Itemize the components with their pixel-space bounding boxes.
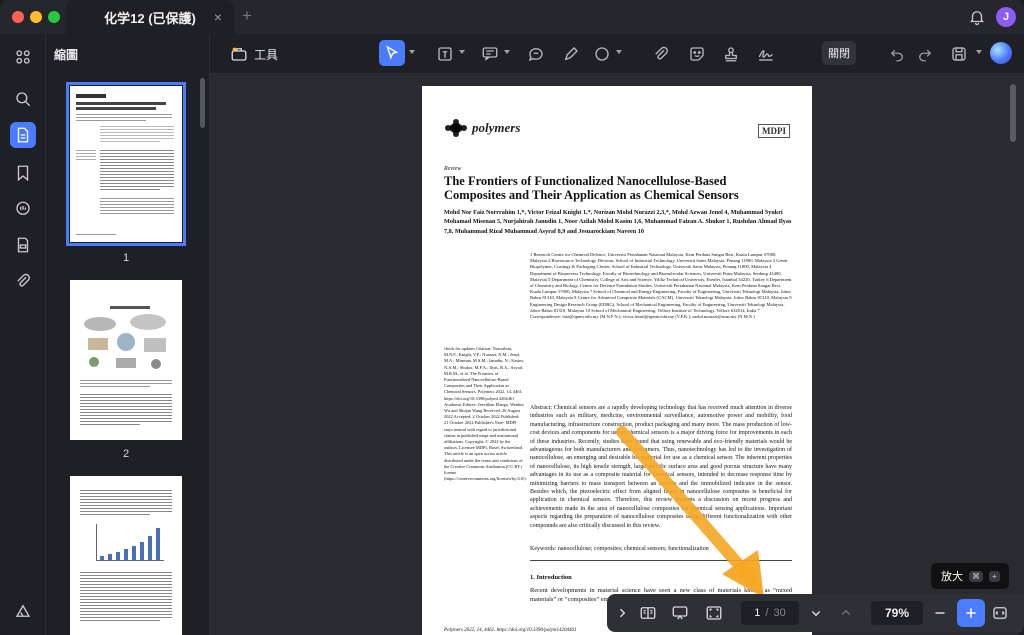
tab-close-icon[interactable]: ×	[214, 9, 222, 25]
select-dropdown-icon[interactable]	[409, 50, 415, 54]
article-title: The Frontiers of Functionalized Nanocell…	[444, 174, 739, 202]
shortcut-command-key: ⌘	[969, 570, 983, 582]
zoom-level[interactable]: 79%	[871, 601, 923, 625]
polymers-logo-icon	[445, 119, 467, 137]
page-number-input[interactable]: 1 / 30	[741, 601, 799, 625]
page-3-preview	[80, 490, 172, 621]
previous-page-icon[interactable]	[835, 602, 857, 624]
tools-label: 工具	[254, 47, 279, 62]
publisher-logo: MDPI	[758, 124, 790, 138]
chat-icon[interactable]	[525, 43, 547, 65]
app-window: 化学12 (已保護) × + J 縮圖 1 2 工具 關閉 polymers M…	[0, 0, 1024, 635]
collapse-nav-icon[interactable]	[611, 602, 633, 624]
page-separator: /	[765, 607, 769, 619]
zoom-in-button[interactable]	[957, 599, 985, 627]
pages-icon[interactable]	[10, 122, 36, 148]
comment-icon[interactable]	[10, 196, 36, 222]
bookmark-icon[interactable]	[10, 160, 36, 186]
thumbnail-page-1[interactable]	[66, 82, 186, 246]
attachment-icon[interactable]	[10, 268, 36, 294]
toolbox-icon	[231, 47, 247, 61]
presentation-icon[interactable]	[669, 602, 691, 624]
shortcut-plus-key: +	[989, 570, 1000, 582]
layers-icon[interactable]	[10, 598, 36, 624]
two-page-view-icon[interactable]	[637, 602, 659, 624]
document-tab[interactable]: 化学12 (已保護) ×	[66, 0, 234, 34]
shape-icon[interactable]	[591, 43, 613, 65]
signature-icon[interactable]	[755, 43, 777, 65]
document-tab-title: 化学12 (已保護)	[104, 10, 196, 26]
attachment-tool-icon[interactable]	[650, 43, 672, 65]
close-tools-button[interactable]: 關閉	[822, 41, 856, 65]
document-scrollbar[interactable]	[1010, 84, 1016, 142]
next-page-icon[interactable]	[805, 602, 827, 624]
thumbnail-panel: 縮圖 1 2	[46, 34, 210, 635]
thumbnail-page-3[interactable]	[70, 476, 182, 635]
author-affiliations: 1 Research Centre for Chemical Defence, …	[530, 252, 792, 320]
tools-button[interactable]: 工具	[224, 42, 284, 66]
thumbnail-panel-title: 縮圖	[54, 48, 79, 62]
article-keywords: Keywords: nanocellulose; composites; che…	[530, 546, 709, 552]
section-divider	[530, 560, 792, 561]
page-navigation-bar: 1 / 30 79%	[607, 594, 1024, 632]
tooltip-label: 放大	[941, 571, 963, 583]
comment-tool-icon[interactable]	[479, 43, 501, 65]
thumbnail-page-2-number: 2	[122, 448, 130, 460]
comment-dropdown-icon[interactable]	[504, 50, 510, 54]
total-pages: 30	[773, 607, 786, 619]
save-dropdown-icon[interactable]	[976, 50, 982, 54]
left-rail	[0, 34, 46, 635]
text-box-dropdown-icon[interactable]	[459, 50, 465, 54]
undo-icon[interactable]	[886, 43, 908, 65]
current-page: 1	[754, 607, 761, 619]
ai-assistant-icon[interactable]	[990, 42, 1012, 64]
main-toolbar: 工具 關閉	[210, 34, 1024, 74]
zoom-out-icon[interactable]	[929, 602, 951, 624]
save-icon[interactable]	[948, 43, 970, 65]
redo-icon[interactable]	[914, 43, 936, 65]
page-footer-citation: Polymers 2022, 14, 4461. https://doi.org…	[444, 628, 577, 633]
journal-name: polymers	[472, 120, 521, 135]
thumbnail-page-1-number: 1	[122, 252, 130, 264]
article-type: Review	[444, 166, 462, 172]
page-2-preview	[80, 306, 172, 425]
introduction-heading: 1. Introduction	[530, 574, 572, 581]
article-abstract: Abstract: Chemical sensors are a rapidly…	[530, 405, 792, 529]
sticker-icon[interactable]	[686, 43, 708, 65]
title-bar: 化学12 (已保護) × + J	[0, 0, 1024, 34]
thumbnail-page-2[interactable]	[70, 280, 182, 440]
document-canvas[interactable]: polymers MDPI Review The Frontiers of Fu…	[210, 74, 1024, 635]
zoom-in-tooltip: 放大 ⌘ +	[931, 563, 1009, 589]
article-authors: Mohd Nor Faiz Norrrahim 1,*, Victor Feiz…	[444, 209, 792, 235]
notification-bell-icon[interactable]	[968, 8, 986, 26]
shape-dropdown-icon[interactable]	[616, 50, 622, 54]
pdf-page[interactable]: polymers MDPI Review The Frontiers of Fu…	[422, 86, 812, 635]
close-window-button[interactable]	[12, 11, 24, 23]
grid-icon[interactable]	[10, 44, 36, 70]
pen-icon[interactable]	[560, 43, 582, 65]
search-icon[interactable]	[10, 86, 36, 112]
citation-column: check for updates Citation: Norrrahim, M…	[444, 346, 527, 482]
zoom-window-button[interactable]	[48, 11, 60, 23]
text-box-icon[interactable]	[434, 43, 456, 65]
fit-page-icon[interactable]	[703, 602, 725, 624]
page-1-preview	[76, 94, 174, 235]
select-icon[interactable]	[379, 40, 405, 66]
plus-icon	[966, 608, 976, 618]
new-tab-button[interactable]: +	[242, 6, 252, 26]
thumbnail-scrollbar[interactable]	[200, 78, 205, 128]
form-icon[interactable]	[10, 232, 36, 258]
minimize-window-button[interactable]	[30, 11, 42, 23]
user-avatar[interactable]: J	[996, 7, 1016, 27]
fit-width-icon[interactable]	[989, 602, 1011, 624]
stamp-icon[interactable]	[720, 43, 742, 65]
